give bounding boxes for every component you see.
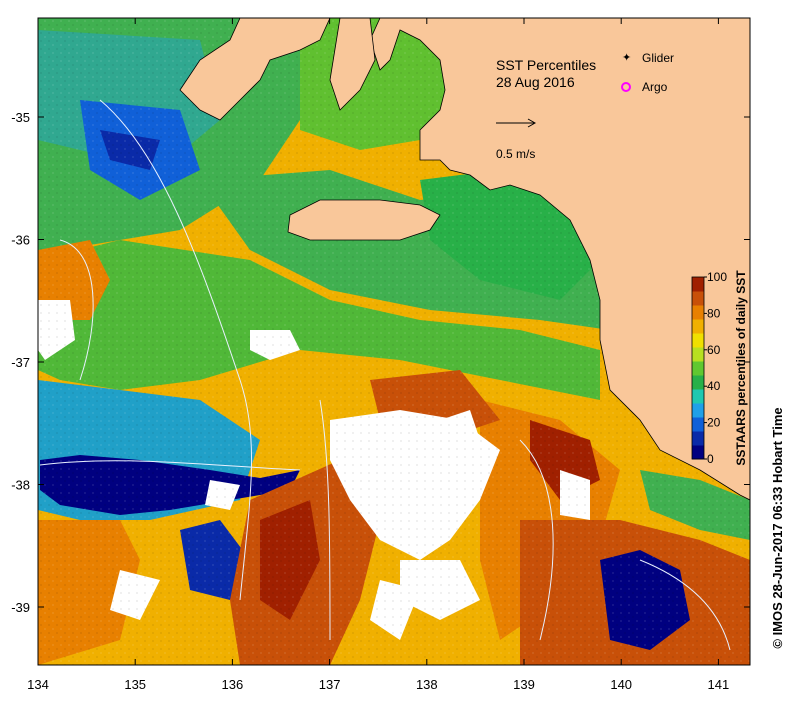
y-tick-label: -35 <box>11 110 30 125</box>
x-tick-label: 136 <box>222 677 244 692</box>
x-tick-label: 138 <box>416 677 438 692</box>
colorbar-title: SSTAARS percentiles of daily SST <box>734 270 748 466</box>
map-canvas: 134 135 136 137 138 139 140 141 -35 -36 -37 -38 -39… <box>11 17 785 692</box>
y-tick-label: -36 <box>11 233 30 248</box>
x-tick-label: 140 <box>610 677 632 692</box>
colorbar-swatch <box>692 431 704 446</box>
colorbar-tick-label: 0 <box>707 452 714 466</box>
colorbar-tick-label: 20 <box>707 416 721 430</box>
x-tick-label: 139 <box>513 677 535 692</box>
colorbar-tick-label: 80 <box>707 306 721 320</box>
colorbar-swatch <box>692 291 704 306</box>
x-tick-label: 135 <box>124 677 146 692</box>
current-scale-label: 0.5 m/s <box>496 147 535 161</box>
colorbar-swatch <box>692 277 704 292</box>
imos-credit: © IMOS 28-Jun-2017 06:33 Hobart Time <box>770 407 785 648</box>
colorbar-tick-label: 40 <box>707 379 721 393</box>
colorbar-swatch <box>692 375 704 390</box>
colorbar-swatch <box>692 333 704 348</box>
colorbar-swatch <box>692 389 704 404</box>
colorbar <box>691 276 705 460</box>
colorbar-swatch <box>692 445 704 460</box>
argo-legend-label: Argo <box>642 80 668 94</box>
x-tick-label: 137 <box>319 677 341 692</box>
sst-percentile-map: 134 135 136 137 138 139 140 141 -35 -36 -37 -38 -39… <box>0 0 791 700</box>
y-tick-label: -37 <box>11 355 30 370</box>
colorbar-swatch <box>692 319 704 334</box>
x-tick-label: 141 <box>708 677 730 692</box>
glider-legend-label: Glider <box>642 51 674 65</box>
colorbar-swatch <box>692 347 704 362</box>
y-tick-label: -38 <box>11 478 30 493</box>
colorbar-tick-label: 60 <box>707 343 721 357</box>
colorbar-swatch <box>692 361 704 376</box>
glider-marker-icon: ✦ <box>622 52 631 64</box>
colorbar-swatch <box>692 305 704 320</box>
colorbar-tick-label: 100 <box>707 270 727 284</box>
map-title: SST Percentiles <box>496 57 596 73</box>
y-tick-label: -39 <box>11 600 30 615</box>
colorbar-swatch <box>692 417 704 432</box>
map-date: 28 Aug 2016 <box>496 74 575 90</box>
colorbar-swatch <box>692 403 704 418</box>
x-tick-label: 134 <box>27 677 49 692</box>
